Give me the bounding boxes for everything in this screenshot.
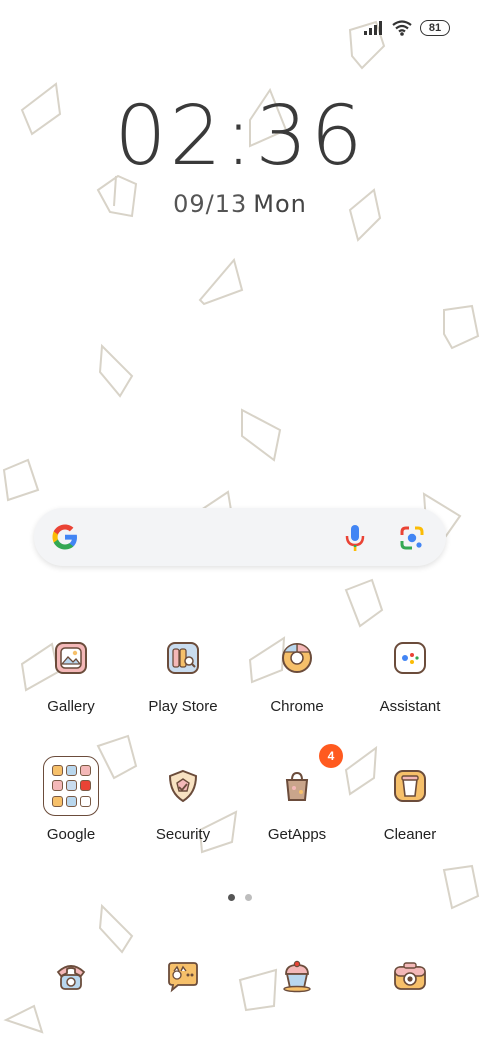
app-label: Cleaner bbox=[383, 826, 437, 843]
app-label: Chrome bbox=[270, 698, 324, 715]
app-assistant[interactable]: Assistant bbox=[355, 630, 465, 715]
google-g-icon bbox=[52, 524, 77, 550]
messages-icon bbox=[168, 962, 198, 993]
app-label: Assistant bbox=[379, 698, 441, 715]
security-icon bbox=[168, 769, 198, 803]
dock-browser[interactable] bbox=[242, 948, 352, 1004]
dock-phone[interactable] bbox=[16, 948, 126, 1004]
app-play-store[interactable]: Play Store bbox=[128, 630, 238, 715]
play-store-icon bbox=[167, 642, 199, 674]
browser-cupcake-icon bbox=[283, 960, 311, 993]
clock-weekday: Mon bbox=[253, 190, 307, 218]
app-label: Gallery bbox=[47, 698, 95, 715]
app-chrome[interactable]: Chrome bbox=[242, 630, 352, 715]
status-bar: 81 bbox=[364, 14, 450, 42]
app-label: Security bbox=[155, 826, 211, 843]
phone-icon bbox=[56, 965, 86, 990]
wifi-icon bbox=[392, 20, 412, 36]
microphone-icon[interactable] bbox=[344, 523, 366, 553]
folder-icon bbox=[43, 756, 99, 816]
google-search-bar[interactable] bbox=[34, 508, 446, 566]
clock-date: 09/13 bbox=[173, 190, 248, 218]
getapps-icon bbox=[285, 771, 309, 801]
dock-messages[interactable] bbox=[128, 948, 238, 1004]
app-getapps[interactable]: 4 GetApps bbox=[242, 744, 352, 843]
gallery-icon bbox=[55, 642, 87, 674]
app-label: GetApps bbox=[267, 826, 327, 843]
app-label: Google bbox=[46, 826, 96, 843]
folder-google[interactable]: Google bbox=[16, 756, 126, 843]
app-label: Play Store bbox=[148, 698, 218, 715]
assistant-icon bbox=[394, 642, 426, 674]
page-dot-2[interactable] bbox=[245, 894, 252, 901]
app-security[interactable]: Security bbox=[128, 758, 238, 843]
battery-indicator: 81 bbox=[420, 20, 450, 36]
chrome-icon bbox=[282, 643, 312, 673]
camera-icon bbox=[394, 962, 426, 990]
cleaner-icon bbox=[394, 770, 426, 802]
dock-camera[interactable] bbox=[355, 948, 465, 1004]
clock-widget[interactable]: 02:36 09/13 Mon bbox=[0, 89, 480, 219]
google-lens-icon[interactable] bbox=[398, 524, 426, 552]
page-indicator bbox=[0, 894, 480, 901]
signal-icon bbox=[364, 21, 382, 35]
app-gallery[interactable]: Gallery bbox=[16, 630, 126, 715]
notification-badge: 4 bbox=[319, 744, 343, 768]
clock-date-line: 09/13 Mon bbox=[0, 190, 480, 218]
page-dot-1[interactable] bbox=[228, 894, 235, 901]
app-cleaner[interactable]: Cleaner bbox=[355, 758, 465, 843]
clock-time: 02:36 bbox=[114, 89, 366, 184]
